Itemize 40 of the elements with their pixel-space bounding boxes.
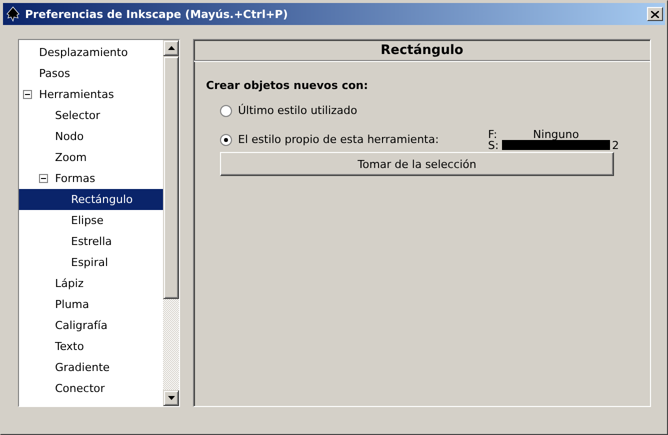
scrollbar[interactable] [163, 40, 179, 406]
tree-item[interactable]: Nodo [19, 126, 163, 147]
fill-value: Ninguno [532, 128, 580, 140]
tree-item[interactable]: Lápiz [19, 273, 163, 294]
radio-button[interactable] [220, 134, 232, 146]
tree-item[interactable]: Selector [19, 105, 163, 126]
scroll-up-button[interactable] [163, 40, 179, 56]
radio-button[interactable] [220, 104, 232, 116]
stroke-label: S: [488, 140, 500, 150]
up-arrow-icon [168, 46, 174, 50]
collapse-icon[interactable] [39, 174, 48, 183]
tree-item[interactable]: Desplazamiento [19, 42, 163, 63]
tree-item[interactable]: Formas [19, 168, 163, 189]
down-arrow-icon [168, 396, 174, 400]
close-icon [651, 10, 659, 18]
tree-item[interactable]: Pluma [19, 294, 163, 315]
scroll-down-button[interactable] [163, 390, 179, 406]
collapse-icon[interactable] [23, 90, 32, 99]
tree-item[interactable]: Estrella [19, 231, 163, 252]
tree-item[interactable]: Pasos [19, 63, 163, 84]
close-button[interactable] [647, 7, 663, 21]
page-title: Rectángulo [194, 40, 650, 61]
tree-item[interactable]: Gradiente [19, 357, 163, 378]
fill-label: F: [488, 128, 498, 140]
take-from-selection-button[interactable]: Tomar de la selección [220, 152, 614, 176]
scroll-thumb[interactable] [163, 56, 179, 299]
tree-item[interactable]: Conector [19, 378, 163, 399]
option-label: El estilo propio de esta herramienta: [238, 133, 440, 146]
section-heading: Crear objetos nuevos con: [206, 79, 370, 92]
tree-item[interactable]: Caligrafía [19, 315, 163, 336]
option-label: Último estilo utilizado [238, 104, 358, 117]
tree-item[interactable]: Rectángulo [19, 189, 163, 210]
stroke-width: 2 [611, 140, 619, 150]
tree-item[interactable]: Elipse [19, 210, 163, 231]
tree-item[interactable]: Texto [19, 336, 163, 357]
tree-item[interactable]: Herramientas [19, 84, 163, 105]
tree-item[interactable]: Zoom [19, 147, 163, 168]
app-logo-icon [5, 6, 21, 22]
window-title: Preferencias de Inkscape (Mayús.+Ctrl+P) [25, 8, 289, 20]
tree-item[interactable]: Espiral [19, 252, 163, 273]
